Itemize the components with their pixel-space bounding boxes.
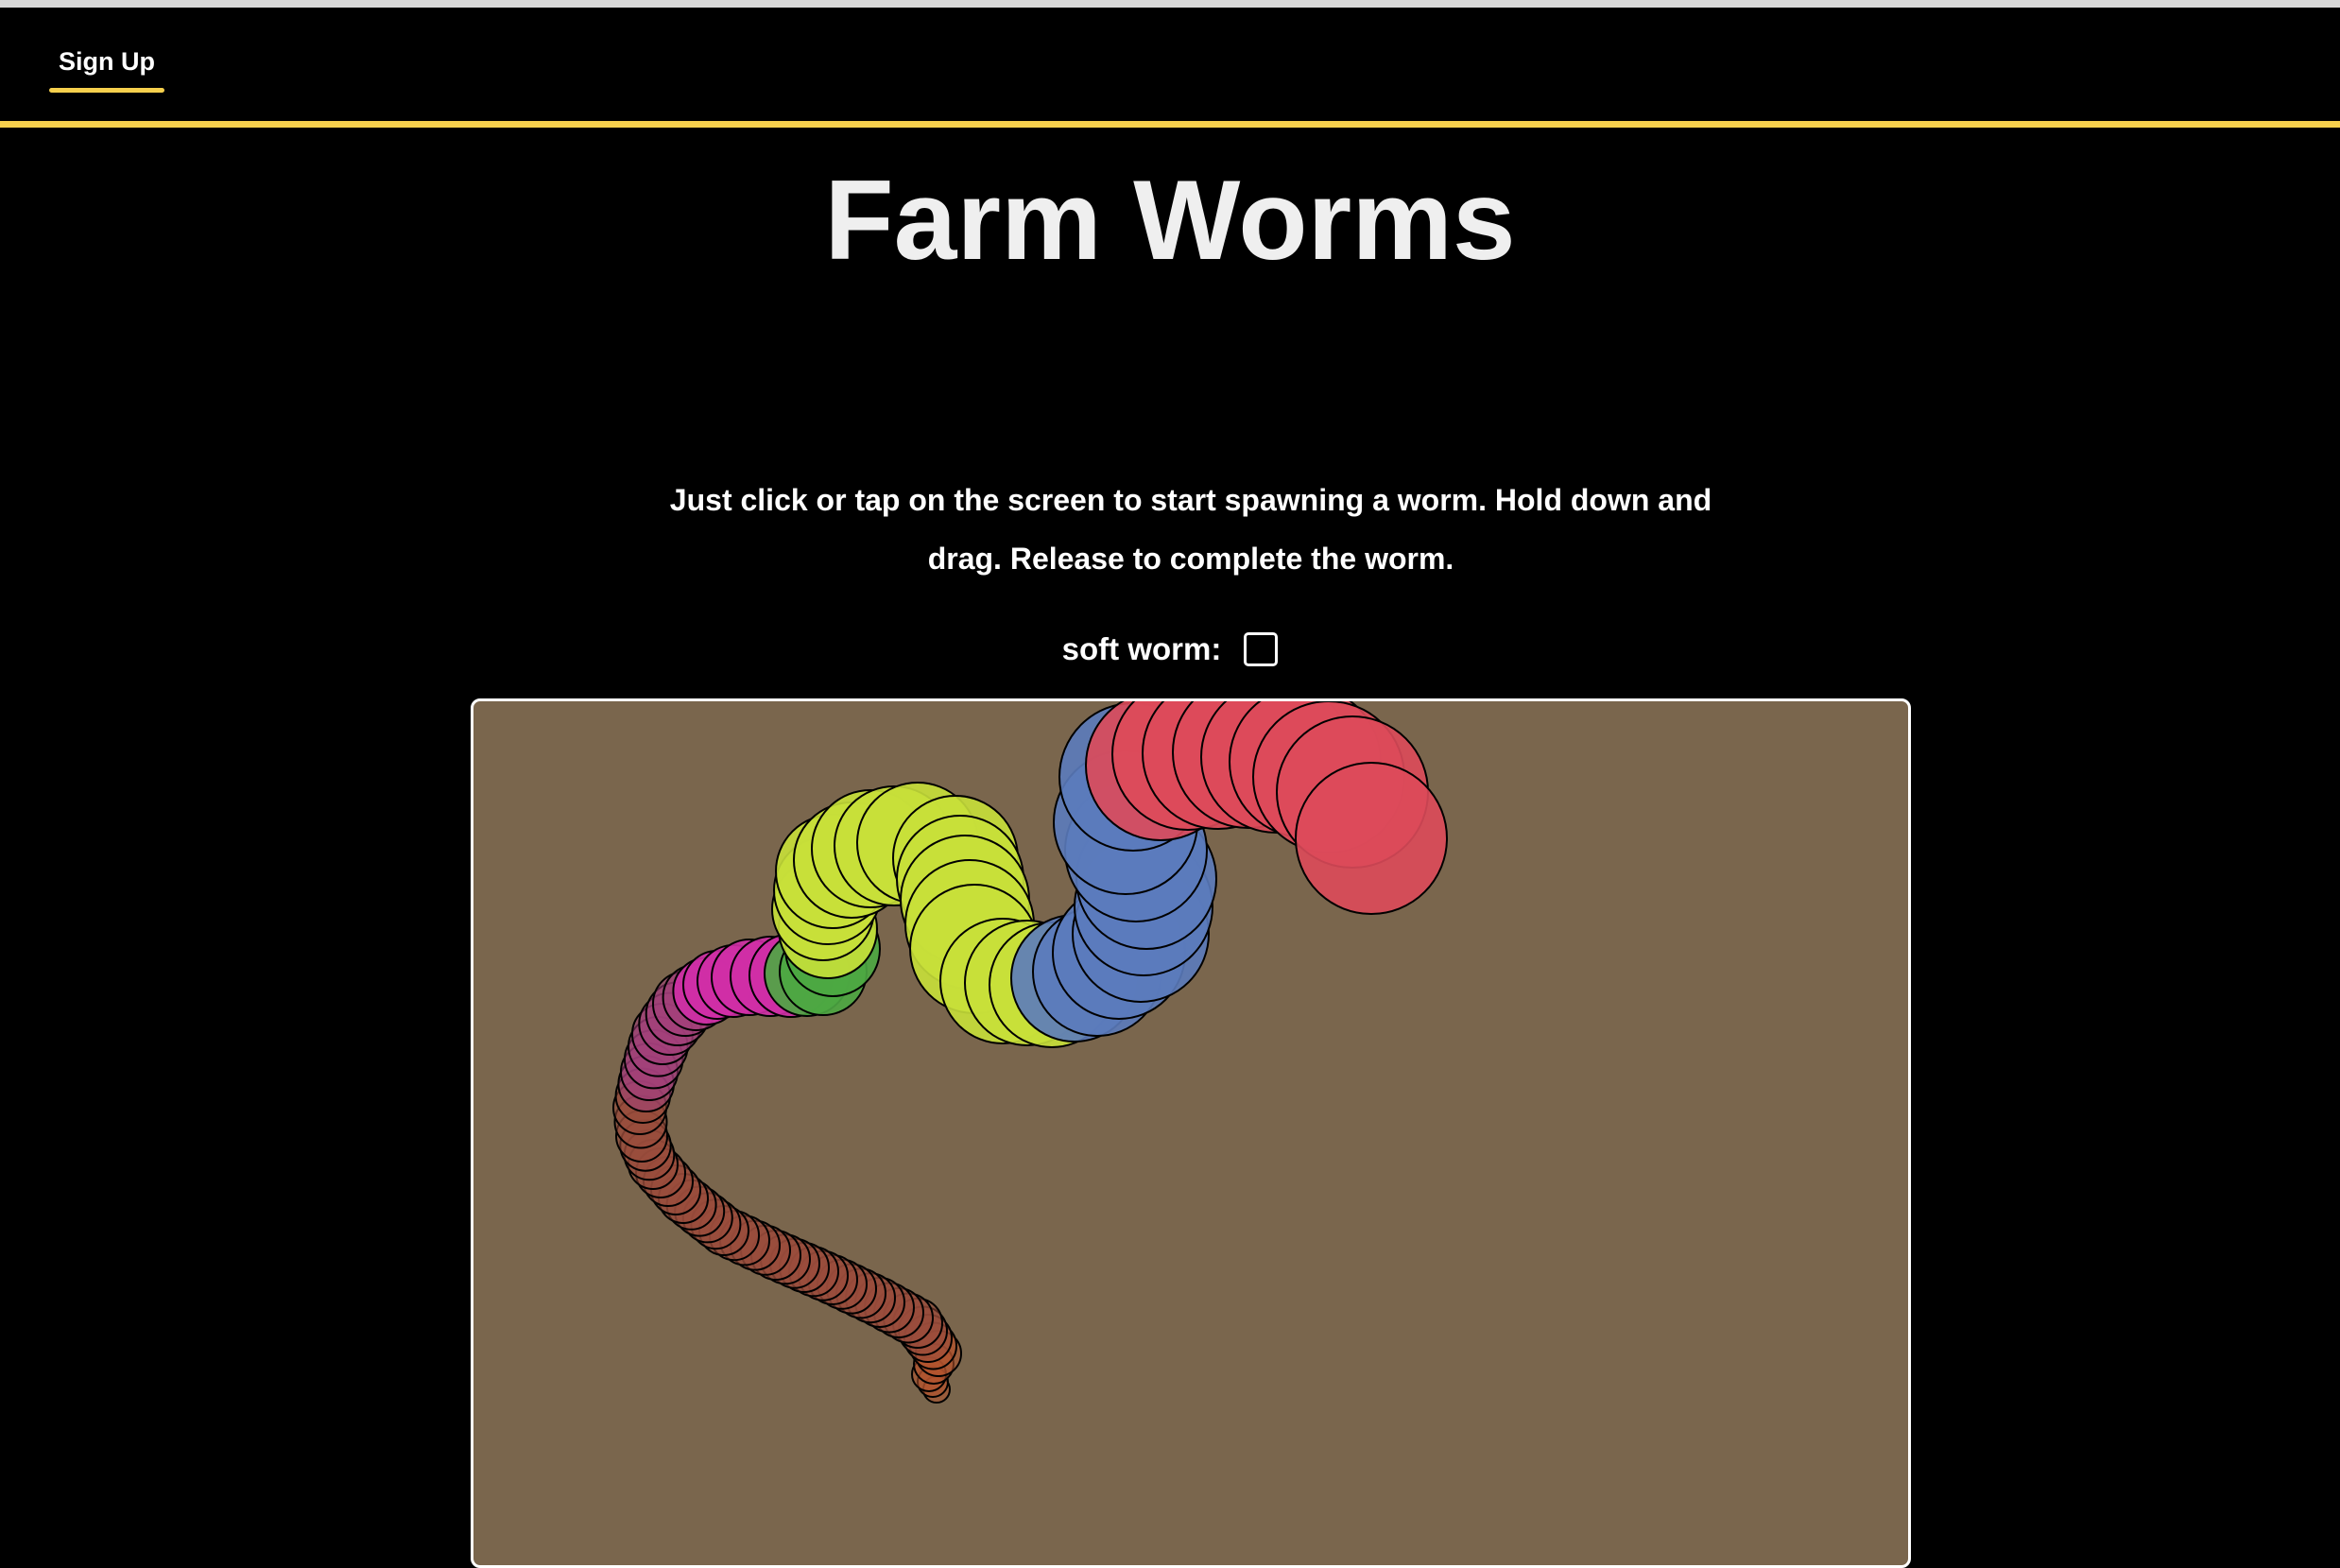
- sign-up-link[interactable]: Sign Up: [49, 36, 164, 93]
- top-browser-strip: [0, 0, 2340, 8]
- sign-up-underline: [49, 88, 164, 93]
- page-title: Farm Worms: [824, 157, 1516, 284]
- worm-segment: [1295, 762, 1448, 915]
- worm-drawing: [612, 701, 1448, 1404]
- soft-worm-label: soft worm:: [1061, 631, 1222, 666]
- soft-worm-checkbox[interactable]: [1244, 632, 1279, 666]
- instructions-text: Just click or tap on the screen to start…: [669, 483, 1712, 576]
- nav-bar: Sign Up: [0, 8, 2340, 127]
- nav-accent-line: [0, 121, 2340, 128]
- worm-canvas[interactable]: [471, 698, 1911, 1568]
- soft-worm-option: soft worm:: [0, 631, 2340, 667]
- sign-up-label: Sign Up: [59, 47, 155, 76]
